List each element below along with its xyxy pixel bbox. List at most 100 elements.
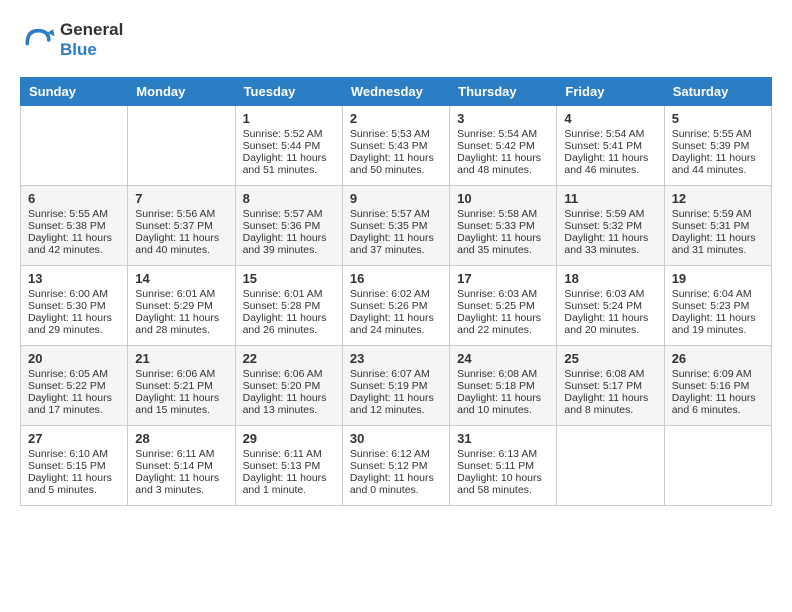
day-number: 2 bbox=[350, 111, 442, 126]
day-number: 6 bbox=[28, 191, 120, 206]
calendar-cell: 5 Sunrise: 5:55 AM Sunset: 5:39 PM Dayli… bbox=[664, 105, 771, 185]
sunset: Sunset: 5:31 PM bbox=[672, 220, 764, 232]
day-number: 24 bbox=[457, 351, 549, 366]
day-number: 4 bbox=[564, 111, 656, 126]
daylight: Daylight: 11 hours and 40 minutes. bbox=[135, 232, 227, 256]
calendar-cell: 14 Sunrise: 6:01 AM Sunset: 5:29 PM Dayl… bbox=[128, 265, 235, 345]
calendar-cell: 13 Sunrise: 6:00 AM Sunset: 5:30 PM Dayl… bbox=[21, 265, 128, 345]
calendar-cell: 17 Sunrise: 6:03 AM Sunset: 5:25 PM Dayl… bbox=[450, 265, 557, 345]
daylight: Daylight: 11 hours and 50 minutes. bbox=[350, 152, 442, 176]
sunrise: Sunrise: 6:03 AM bbox=[564, 288, 656, 300]
calendar-cell: 2 Sunrise: 5:53 AM Sunset: 5:43 PM Dayli… bbox=[342, 105, 449, 185]
sunset: Sunset: 5:30 PM bbox=[28, 300, 120, 312]
sunrise: Sunrise: 5:52 AM bbox=[243, 128, 335, 140]
calendar-cell: 23 Sunrise: 6:07 AM Sunset: 5:19 PM Dayl… bbox=[342, 345, 449, 425]
daylight: Daylight: 11 hours and 10 minutes. bbox=[457, 392, 549, 416]
logo-blue: Blue bbox=[60, 40, 97, 59]
calendar-cell bbox=[128, 105, 235, 185]
weekday-header-sunday: Sunday bbox=[21, 77, 128, 105]
sunrise: Sunrise: 5:55 AM bbox=[28, 208, 120, 220]
sunrise: Sunrise: 5:57 AM bbox=[350, 208, 442, 220]
sunset: Sunset: 5:44 PM bbox=[243, 140, 335, 152]
day-number: 25 bbox=[564, 351, 656, 366]
sunrise: Sunrise: 6:10 AM bbox=[28, 448, 120, 460]
calendar-cell: 11 Sunrise: 5:59 AM Sunset: 5:32 PM Dayl… bbox=[557, 185, 664, 265]
day-number: 19 bbox=[672, 271, 764, 286]
daylight: Daylight: 11 hours and 37 minutes. bbox=[350, 232, 442, 256]
sunset: Sunset: 5:32 PM bbox=[564, 220, 656, 232]
sunset: Sunset: 5:41 PM bbox=[564, 140, 656, 152]
sunrise: Sunrise: 5:55 AM bbox=[672, 128, 764, 140]
day-number: 31 bbox=[457, 431, 549, 446]
sunrise: Sunrise: 5:54 AM bbox=[564, 128, 656, 140]
calendar-cell: 16 Sunrise: 6:02 AM Sunset: 5:26 PM Dayl… bbox=[342, 265, 449, 345]
sunset: Sunset: 5:16 PM bbox=[672, 380, 764, 392]
sunrise: Sunrise: 5:59 AM bbox=[672, 208, 764, 220]
daylight: Daylight: 11 hours and 39 minutes. bbox=[243, 232, 335, 256]
sunset: Sunset: 5:39 PM bbox=[672, 140, 764, 152]
day-number: 8 bbox=[243, 191, 335, 206]
sunrise: Sunrise: 6:12 AM bbox=[350, 448, 442, 460]
day-number: 13 bbox=[28, 271, 120, 286]
sunset: Sunset: 5:23 PM bbox=[672, 300, 764, 312]
day-number: 18 bbox=[564, 271, 656, 286]
daylight: Daylight: 11 hours and 29 minutes. bbox=[28, 312, 120, 336]
daylight: Daylight: 11 hours and 26 minutes. bbox=[243, 312, 335, 336]
calendar-cell: 26 Sunrise: 6:09 AM Sunset: 5:16 PM Dayl… bbox=[664, 345, 771, 425]
weekday-header-thursday: Thursday bbox=[450, 77, 557, 105]
daylight: Daylight: 11 hours and 35 minutes. bbox=[457, 232, 549, 256]
sunrise: Sunrise: 6:06 AM bbox=[135, 368, 227, 380]
sunset: Sunset: 5:21 PM bbox=[135, 380, 227, 392]
day-number: 12 bbox=[672, 191, 764, 206]
calendar-cell: 28 Sunrise: 6:11 AM Sunset: 5:14 PM Dayl… bbox=[128, 425, 235, 505]
logo-text-block: General Blue bbox=[60, 20, 123, 61]
weekday-header-monday: Monday bbox=[128, 77, 235, 105]
sunset: Sunset: 5:38 PM bbox=[28, 220, 120, 232]
daylight: Daylight: 11 hours and 8 minutes. bbox=[564, 392, 656, 416]
calendar-table: SundayMondayTuesdayWednesdayThursdayFrid… bbox=[20, 77, 772, 506]
sunrise: Sunrise: 6:08 AM bbox=[564, 368, 656, 380]
daylight: Daylight: 11 hours and 31 minutes. bbox=[672, 232, 764, 256]
day-number: 23 bbox=[350, 351, 442, 366]
sunset: Sunset: 5:36 PM bbox=[243, 220, 335, 232]
calendar-cell: 3 Sunrise: 5:54 AM Sunset: 5:42 PM Dayli… bbox=[450, 105, 557, 185]
day-number: 3 bbox=[457, 111, 549, 126]
calendar-cell: 12 Sunrise: 5:59 AM Sunset: 5:31 PM Dayl… bbox=[664, 185, 771, 265]
sunrise: Sunrise: 5:57 AM bbox=[243, 208, 335, 220]
daylight: Daylight: 11 hours and 24 minutes. bbox=[350, 312, 442, 336]
sunrise: Sunrise: 6:00 AM bbox=[28, 288, 120, 300]
calendar-cell: 19 Sunrise: 6:04 AM Sunset: 5:23 PM Dayl… bbox=[664, 265, 771, 345]
sunrise: Sunrise: 5:56 AM bbox=[135, 208, 227, 220]
day-number: 28 bbox=[135, 431, 227, 446]
daylight: Daylight: 11 hours and 46 minutes. bbox=[564, 152, 656, 176]
calendar-cell: 20 Sunrise: 6:05 AM Sunset: 5:22 PM Dayl… bbox=[21, 345, 128, 425]
calendar-cell: 15 Sunrise: 6:01 AM Sunset: 5:28 PM Dayl… bbox=[235, 265, 342, 345]
sunrise: Sunrise: 5:59 AM bbox=[564, 208, 656, 220]
sunrise: Sunrise: 6:01 AM bbox=[243, 288, 335, 300]
sunset: Sunset: 5:13 PM bbox=[243, 460, 335, 472]
day-number: 26 bbox=[672, 351, 764, 366]
logo: General Blue bbox=[20, 20, 123, 61]
sunset: Sunset: 5:33 PM bbox=[457, 220, 549, 232]
calendar-cell: 21 Sunrise: 6:06 AM Sunset: 5:21 PM Dayl… bbox=[128, 345, 235, 425]
calendar-cell: 25 Sunrise: 6:08 AM Sunset: 5:17 PM Dayl… bbox=[557, 345, 664, 425]
logo-general: General bbox=[60, 20, 123, 39]
day-number: 30 bbox=[350, 431, 442, 446]
daylight: Daylight: 11 hours and 6 minutes. bbox=[672, 392, 764, 416]
calendar-cell: 7 Sunrise: 5:56 AM Sunset: 5:37 PM Dayli… bbox=[128, 185, 235, 265]
daylight: Daylight: 11 hours and 20 minutes. bbox=[564, 312, 656, 336]
sunset: Sunset: 5:11 PM bbox=[457, 460, 549, 472]
calendar-cell bbox=[21, 105, 128, 185]
day-number: 27 bbox=[28, 431, 120, 446]
sunrise: Sunrise: 5:54 AM bbox=[457, 128, 549, 140]
calendar-cell: 29 Sunrise: 6:11 AM Sunset: 5:13 PM Dayl… bbox=[235, 425, 342, 505]
sunset: Sunset: 5:14 PM bbox=[135, 460, 227, 472]
logo-svg bbox=[20, 22, 56, 58]
page-header: General Blue bbox=[20, 20, 772, 61]
sunset: Sunset: 5:15 PM bbox=[28, 460, 120, 472]
calendar-cell bbox=[557, 425, 664, 505]
daylight: Daylight: 11 hours and 5 minutes. bbox=[28, 472, 120, 496]
day-number: 10 bbox=[457, 191, 549, 206]
daylight: Daylight: 11 hours and 12 minutes. bbox=[350, 392, 442, 416]
sunset: Sunset: 5:22 PM bbox=[28, 380, 120, 392]
